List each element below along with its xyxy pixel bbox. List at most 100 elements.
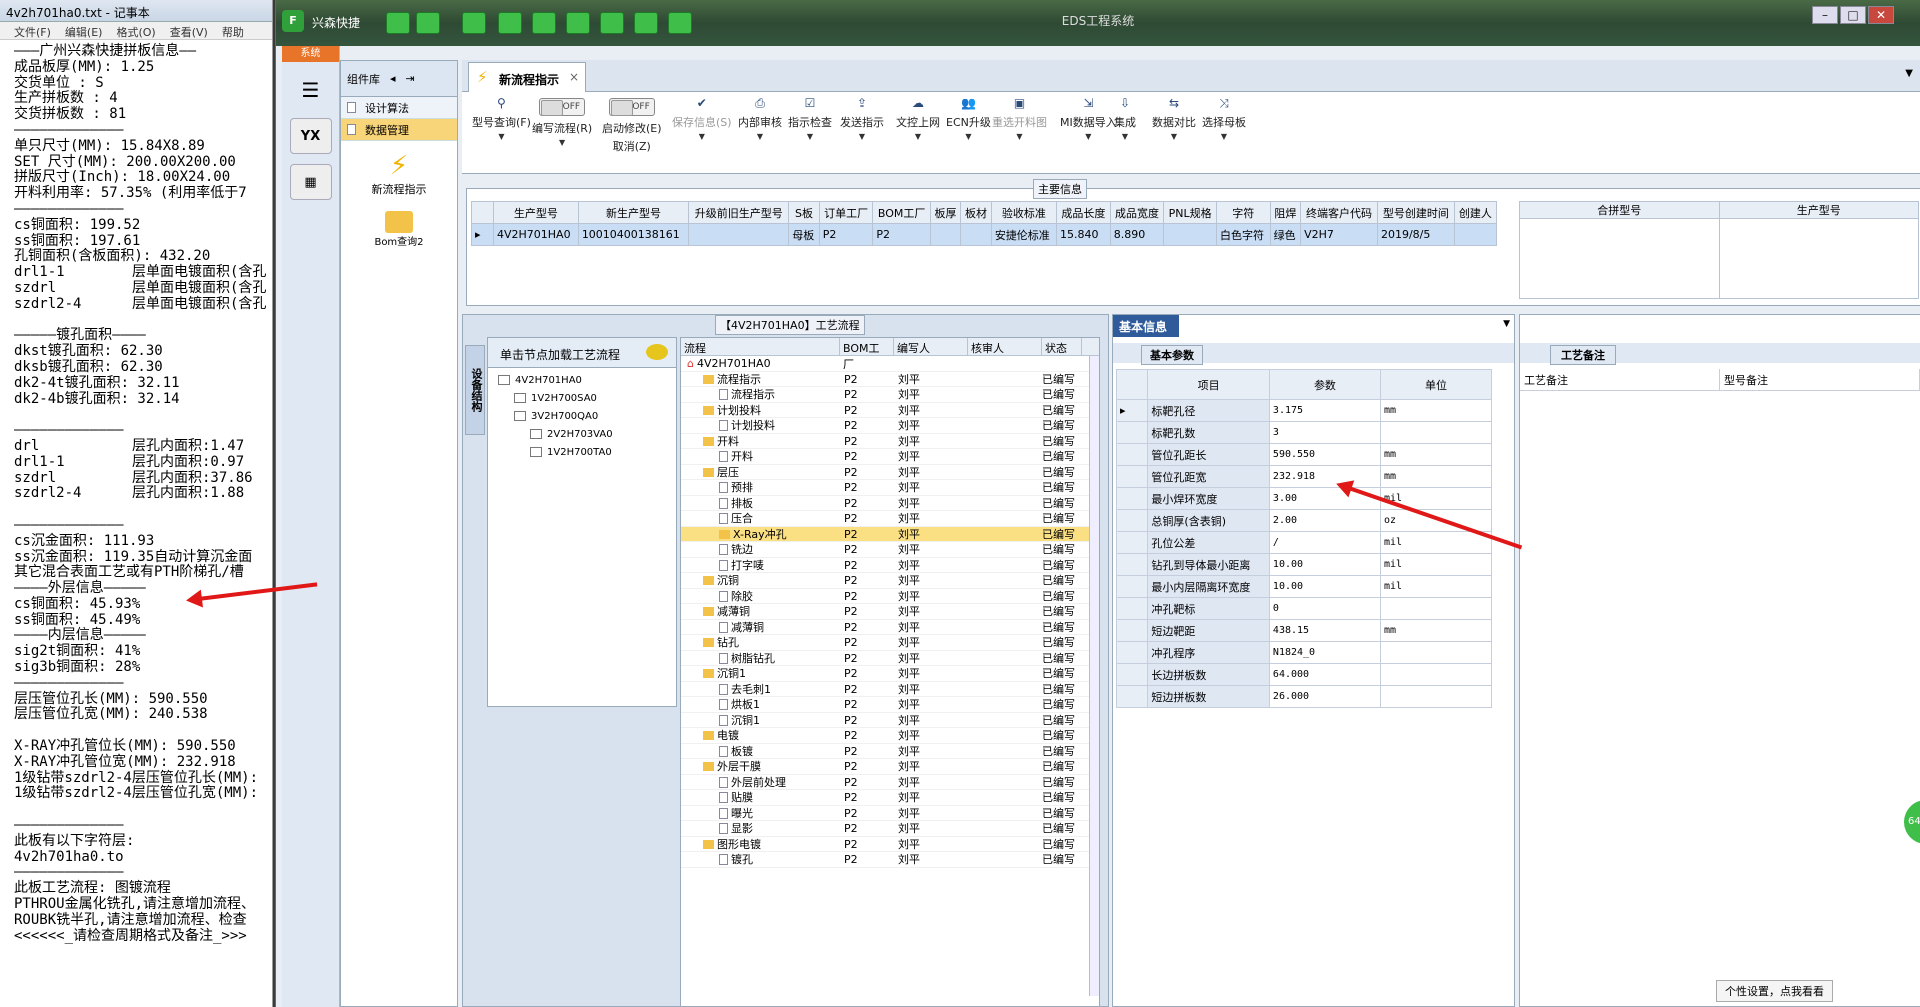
- process-row[interactable]: 打字唛 P2 刘平 已编写: [681, 558, 1099, 573]
- ribbon-button[interactable]: ⇪ 发送指示 ▼: [840, 96, 884, 141]
- table-cell[interactable]: 4V2H701HA0: [493, 223, 579, 246]
- column-header[interactable]: 成品长度: [1056, 201, 1111, 224]
- column-header[interactable]: 字符: [1215, 201, 1271, 224]
- chevron-down-icon[interactable]: ▼: [699, 132, 705, 141]
- maximize-button[interactable]: □: [1840, 6, 1866, 24]
- process-row[interactable]: 减薄铜 P2 刘平 已编写: [681, 604, 1099, 620]
- column-header[interactable]: BOM工厂: [840, 338, 894, 371]
- ribbon-button[interactable]: ⇩ 集成 ▼: [1114, 96, 1136, 141]
- process-row[interactable]: X-Ray冲孔 P2 刘平 已编写: [681, 526, 1099, 542]
- table-row[interactable]: 标靶孔数 3: [1115, 421, 1493, 444]
- process-row[interactable]: 外层干膜 P2 刘平 已编写: [681, 759, 1099, 775]
- process-row[interactable]: 流程指示 P2 刘平 已编写: [681, 372, 1099, 387]
- notepad-menu-item[interactable]: 文件(F): [14, 24, 51, 39]
- tab-new-process[interactable]: ⚡ 新流程指示 ×: [468, 62, 586, 92]
- process-row[interactable]: 图形电镀 P2 刘平 已编写: [681, 837, 1099, 852]
- table-row[interactable]: 短边靶距 438.15 mm: [1115, 619, 1493, 642]
- process-row[interactable]: 沉铜 P2 刘平 已编写: [681, 573, 1099, 589]
- chevron-down-icon[interactable]: ▼: [807, 132, 813, 141]
- param-value-cell[interactable]: 590.550: [1268, 443, 1381, 466]
- tab-close-icon[interactable]: ×: [569, 70, 579, 84]
- table-cell[interactable]: 母板: [788, 223, 820, 246]
- table-row[interactable]: 最小焊环宽度 3.00 mil: [1115, 487, 1493, 510]
- table-row[interactable]: 管位孔距宽 232.918 mm: [1115, 465, 1493, 488]
- column-header[interactable]: 合拼型号: [1519, 201, 1720, 219]
- ribbon-button[interactable]: ▣ 重选开料图 ▼: [992, 96, 1047, 141]
- table-row[interactable]: ▸ 标靶孔径 3.175 mm: [1115, 399, 1493, 422]
- chevron-down-icon[interactable]: ▼: [1171, 132, 1177, 141]
- chevron-down-icon[interactable]: ▼: [965, 132, 971, 141]
- table-cell[interactable]: 15.840: [1056, 223, 1111, 246]
- process-row[interactable]: 流程指示 P2 刘平 已编写: [681, 387, 1099, 403]
- table-cell[interactable]: 安捷伦标准: [990, 223, 1058, 246]
- table-row[interactable]: 长边拼板数 64.000: [1115, 663, 1493, 686]
- table-cell[interactable]: [929, 223, 962, 246]
- ribbon-button[interactable]: ⇆ 数据对比 ▼: [1152, 96, 1196, 141]
- ribbon-button[interactable]: OFF 启动修改(E) 取消(Z): [602, 96, 662, 154]
- process-row[interactable]: 去毛刺1 P2 刘平 已编写: [681, 682, 1099, 697]
- column-header[interactable]: 升级前旧生产型号: [688, 201, 790, 224]
- column-header[interactable]: 订单工厂: [818, 201, 874, 224]
- param-value-cell[interactable]: 10.00: [1268, 575, 1381, 598]
- table-cell[interactable]: [688, 223, 790, 246]
- param-value-cell[interactable]: N1824_0: [1268, 641, 1381, 664]
- notepad-menu-item[interactable]: 查看(V): [170, 24, 208, 39]
- process-row[interactable]: 树脂钻孔 P2 刘平 已编写: [681, 651, 1099, 666]
- process-row[interactable]: 贴膜 P2 刘平 已编写: [681, 790, 1099, 806]
- process-row[interactable]: 电镀 P2 刘平 已编写: [681, 728, 1099, 744]
- process-row[interactable]: 板镀 P2 刘平 已编写: [681, 744, 1099, 759]
- model-notes-column[interactable]: 型号备注: [1720, 369, 1920, 390]
- chevron-down-icon[interactable]: ▼: [498, 132, 504, 141]
- new-process-indicator-item[interactable]: ⚡ 新流程指示: [341, 151, 457, 197]
- tree-node[interactable]: 1V2H700SA0: [488, 390, 676, 408]
- process-row[interactable]: 排板 P2 刘平 已编写: [681, 496, 1099, 511]
- column-header[interactable]: 项目: [1147, 369, 1270, 400]
- column-header[interactable]: 编写人: [894, 338, 968, 355]
- tab-basic-info[interactable]: 基本信息: [1113, 315, 1179, 337]
- tree-node[interactable]: 3V2H700QA0: [488, 408, 676, 426]
- chevron-down-icon[interactable]: ▼: [1085, 132, 1091, 141]
- chevron-down-icon[interactable]: ▼: [915, 132, 921, 141]
- table-cell[interactable]: V2H7: [1300, 223, 1378, 246]
- toggle-switch[interactable]: OFF: [608, 98, 655, 116]
- process-row[interactable]: 烘板1 P2 刘平 已编写: [681, 697, 1099, 713]
- chart-tool-icon[interactable]: [634, 12, 658, 34]
- table-row[interactable]: 管位孔距长 590.550 mm: [1115, 443, 1493, 466]
- process-row[interactable]: 层压 P2 刘平 已编写: [681, 465, 1099, 480]
- process-row[interactable]: 开料 P2 刘平 已编写: [681, 434, 1099, 449]
- column-header[interactable]: 验收标准: [990, 201, 1058, 224]
- scissors-tool-icon[interactable]: [498, 12, 522, 34]
- tree-node[interactable]: 4V2H701HA0: [488, 372, 676, 390]
- param-value-cell[interactable]: 26.000: [1268, 685, 1381, 708]
- column-header[interactable]: 阻焊: [1269, 201, 1302, 224]
- collapse-icon[interactable]: ◂: [390, 72, 396, 85]
- yx-module-icon[interactable]: YX: [289, 118, 332, 154]
- param-value-cell[interactable]: 232.918: [1268, 465, 1381, 488]
- tabs-dropdown-icon[interactable]: ▼: [1905, 68, 1913, 79]
- tab-process-notes[interactable]: 工艺备注: [1550, 345, 1616, 365]
- chat-bubble-icon[interactable]: [646, 344, 668, 360]
- column-header[interactable]: 状态: [1042, 338, 1082, 355]
- comp-item-design-algorithm[interactable]: 设计算法: [341, 97, 457, 119]
- table-cell[interactable]: 2019/8/5: [1376, 223, 1455, 246]
- tree-node[interactable]: 1V2H700TA0: [488, 444, 676, 462]
- process-row[interactable]: ⌂ 4V2H701HA0: [681, 356, 1099, 372]
- grid-tool-icon[interactable]: [462, 12, 486, 34]
- process-scrollbar[interactable]: [1089, 356, 1099, 996]
- table-cell[interactable]: P2: [872, 223, 931, 246]
- param-value-cell[interactable]: 438.15: [1268, 619, 1381, 642]
- ribbon-button[interactable]: ✔ 保存信息(S) ▼: [672, 96, 732, 141]
- calculator-icon[interactable]: ▦: [289, 164, 332, 200]
- table-cell[interactable]: 10010400138161: [577, 223, 690, 246]
- process-row[interactable]: 镀孔 P2 刘平 已编写: [681, 852, 1099, 868]
- panel-dropdown-icon[interactable]: ▼: [1503, 319, 1510, 329]
- column-header[interactable]: S板: [788, 201, 820, 224]
- process-row[interactable]: 铣边 P2 刘平 已编写: [681, 542, 1099, 558]
- table-cell[interactable]: [1163, 223, 1217, 246]
- process-row[interactable]: 沉铜1 P2 刘平 已编写: [681, 713, 1099, 728]
- column-header[interactable]: 新生产型号: [577, 201, 690, 224]
- chevron-down-icon[interactable]: ▼: [1016, 132, 1022, 141]
- search-tool-icon[interactable]: [386, 12, 410, 34]
- param-value-cell[interactable]: 10.00: [1268, 553, 1381, 576]
- column-header[interactable]: 板材: [960, 201, 992, 224]
